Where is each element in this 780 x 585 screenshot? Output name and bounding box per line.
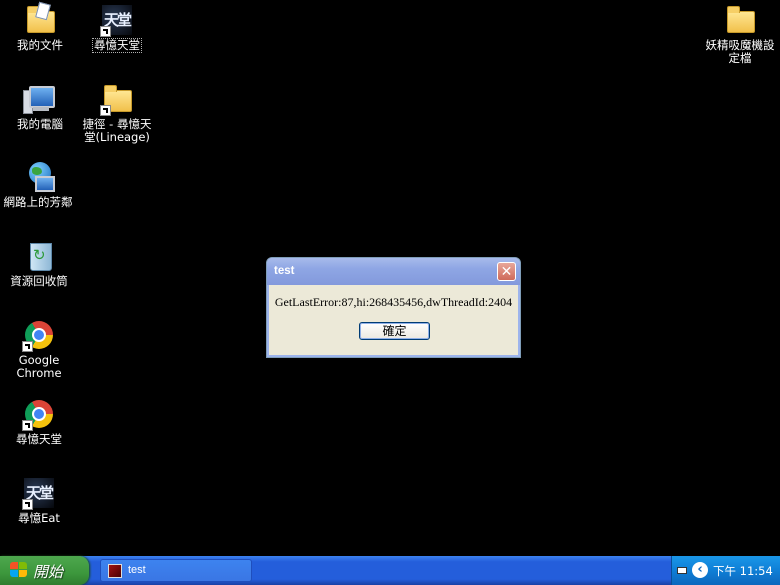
desktop-icon-label: 網路上的芳鄰 [3, 195, 73, 209]
folder-icon [100, 82, 134, 116]
taskbar-button-test[interactable]: test [100, 559, 252, 582]
desktop-icon-lineage-eat[interactable]: 天堂 尋憶Eat [0, 476, 79, 525]
dialog-title: test [274, 265, 295, 277]
shortcut-arrow-icon [22, 420, 33, 431]
computer-icon [23, 82, 57, 116]
desktop-icon-label: 捷徑 - 尋憶天 堂(Lineage) [82, 117, 152, 144]
desktop-icon-google-chrome[interactable]: Google Chrome [0, 318, 79, 380]
desktop-icon-label: 尋憶天堂 [92, 38, 142, 53]
desktop-icon-lineage-chrome[interactable]: 尋憶天堂 [0, 397, 79, 446]
desktop-icon-label: 尋憶天堂 [16, 432, 62, 446]
close-button[interactable]: ✕ [497, 262, 516, 281]
desktop: 我的文件 天堂 尋憶天堂 我的電腦 捷徑 - 尋憶天 堂(Lineage) 網路… [0, 0, 780, 556]
shortcut-arrow-icon [22, 499, 33, 510]
system-tray: ‹ 下午 11:54 [671, 556, 780, 585]
recycle-bin-icon [22, 239, 56, 273]
message-dialog: test ✕ GetLastError:87,hi:268435456,dwTh… [266, 257, 521, 358]
show-hidden-icons-button[interactable]: ‹ [692, 562, 708, 578]
app-icon [108, 564, 122, 578]
folder-documents-icon [23, 1, 57, 37]
taskbar-button-label: test [128, 564, 146, 576]
chevron-left-icon: ‹ [697, 562, 703, 577]
shortcut-arrow-icon [22, 341, 33, 352]
start-label: 開始 [33, 563, 64, 581]
close-icon: ✕ [500, 264, 513, 280]
desktop-icon-label: 妖精吸魔機設 定檔 [705, 38, 775, 65]
desktop-icon-config-folder[interactable]: 妖精吸魔機設 定檔 [700, 3, 780, 65]
taskbar: 開始 test ‹ 下午 11:54 [0, 556, 780, 585]
desktop-icon-label: 尋憶Eat [18, 511, 60, 525]
network-globe-icon [21, 160, 55, 194]
desktop-icon-label: 我的文件 [17, 38, 63, 52]
folder-icon [723, 3, 757, 37]
desktop-icon-label: 我的電腦 [17, 117, 63, 131]
dialog-titlebar[interactable]: test ✕ [267, 258, 520, 285]
windows-logo-icon [10, 562, 28, 579]
dialog-body: GetLastError:87,hi:268435456,dwThreadId:… [270, 285, 517, 354]
lineage-logo-icon: 天堂 [100, 3, 134, 37]
keyboard-icon[interactable] [677, 567, 687, 574]
shortcut-arrow-icon [100, 26, 111, 37]
chrome-icon [22, 397, 56, 431]
desktop-icon-label: 資源回收筒 [10, 274, 68, 288]
desktop-icon-recycle-bin[interactable]: 資源回收筒 [0, 239, 79, 288]
ok-button[interactable]: 確定 [359, 322, 430, 340]
shortcut-arrow-icon [100, 105, 111, 116]
desktop-icon-lineage-shortcut[interactable]: 捷徑 - 尋憶天 堂(Lineage) [77, 82, 157, 144]
chrome-icon [22, 318, 56, 352]
desktop-icon-my-documents[interactable]: 我的文件 [0, 1, 80, 52]
start-button[interactable]: 開始 [0, 556, 89, 585]
desktop-icon-my-computer[interactable]: 我的電腦 [0, 82, 80, 131]
desktop-icon-network[interactable]: 網路上的芳鄰 [0, 160, 78, 209]
dialog-message: GetLastError:87,hi:268435456,dwThreadId:… [274, 295, 513, 309]
clock[interactable]: 下午 11:54 [713, 563, 773, 579]
lineage-logo-icon: 天堂 [22, 476, 56, 510]
desktop-icon-lineage[interactable]: 天堂 尋憶天堂 [77, 3, 157, 53]
desktop-icon-label: Google Chrome [16, 353, 62, 380]
